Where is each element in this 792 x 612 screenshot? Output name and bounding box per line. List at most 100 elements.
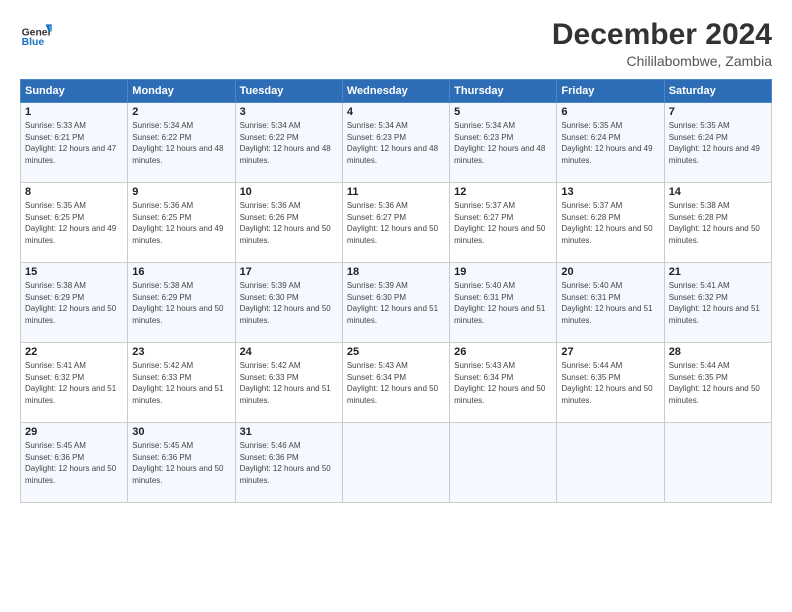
day-number: 14 xyxy=(669,186,767,198)
day-cell-10: 10 Sunrise: 5:36 AMSunset: 6:26 PMDaylig… xyxy=(235,183,342,263)
svg-text:Blue: Blue xyxy=(22,37,45,48)
day-info: Sunrise: 5:39 AMSunset: 6:30 PMDaylight:… xyxy=(240,281,331,325)
day-info: Sunrise: 5:44 AMSunset: 6:35 PMDaylight:… xyxy=(561,361,652,405)
day-number: 19 xyxy=(454,266,552,278)
logo: General Blue xyxy=(20,18,52,50)
day-info: Sunrise: 5:43 AMSunset: 6:34 PMDaylight:… xyxy=(347,361,438,405)
day-number: 24 xyxy=(240,346,338,358)
header-monday: Monday xyxy=(128,80,235,103)
day-number: 31 xyxy=(240,426,338,438)
month-title: December 2024 xyxy=(552,18,772,51)
day-number: 1 xyxy=(25,106,123,118)
day-number: 4 xyxy=(347,106,445,118)
day-cell-15: 15 Sunrise: 5:38 AMSunset: 6:29 PMDaylig… xyxy=(21,263,128,343)
day-number: 29 xyxy=(25,426,123,438)
day-cell-7: 7 Sunrise: 5:35 AMSunset: 6:24 PMDayligh… xyxy=(664,103,771,183)
day-cell-11: 11 Sunrise: 5:36 AMSunset: 6:27 PMDaylig… xyxy=(342,183,449,263)
day-cell-5: 5 Sunrise: 5:34 AMSunset: 6:23 PMDayligh… xyxy=(450,103,557,183)
day-cell-1: 1 Sunrise: 5:33 AMSunset: 6:21 PMDayligh… xyxy=(21,103,128,183)
week-row-1: 1 Sunrise: 5:33 AMSunset: 6:21 PMDayligh… xyxy=(21,103,772,183)
day-cell-16: 16 Sunrise: 5:38 AMSunset: 6:29 PMDaylig… xyxy=(128,263,235,343)
day-number: 11 xyxy=(347,186,445,198)
day-number: 5 xyxy=(454,106,552,118)
day-info: Sunrise: 5:39 AMSunset: 6:30 PMDaylight:… xyxy=(347,281,438,325)
weekday-header-row: Sunday Monday Tuesday Wednesday Thursday… xyxy=(21,80,772,103)
day-number: 18 xyxy=(347,266,445,278)
day-info: Sunrise: 5:41 AMSunset: 6:32 PMDaylight:… xyxy=(25,361,116,405)
week-row-5: 29 Sunrise: 5:45 AMSunset: 6:36 PMDaylig… xyxy=(21,423,772,503)
day-number: 21 xyxy=(669,266,767,278)
day-number: 17 xyxy=(240,266,338,278)
day-info: Sunrise: 5:45 AMSunset: 6:36 PMDaylight:… xyxy=(25,441,116,485)
day-number: 22 xyxy=(25,346,123,358)
day-number: 25 xyxy=(347,346,445,358)
day-number: 2 xyxy=(132,106,230,118)
day-cell-26: 26 Sunrise: 5:43 AMSunset: 6:34 PMDaylig… xyxy=(450,343,557,423)
day-cell-14: 14 Sunrise: 5:38 AMSunset: 6:28 PMDaylig… xyxy=(664,183,771,263)
day-number: 26 xyxy=(454,346,552,358)
day-cell-17: 17 Sunrise: 5:39 AMSunset: 6:30 PMDaylig… xyxy=(235,263,342,343)
day-cell-23: 23 Sunrise: 5:42 AMSunset: 6:33 PMDaylig… xyxy=(128,343,235,423)
week-row-4: 22 Sunrise: 5:41 AMSunset: 6:32 PMDaylig… xyxy=(21,343,772,423)
day-info: Sunrise: 5:42 AMSunset: 6:33 PMDaylight:… xyxy=(240,361,331,405)
location-subtitle: Chililabombwe, Zambia xyxy=(552,53,772,69)
day-info: Sunrise: 5:36 AMSunset: 6:26 PMDaylight:… xyxy=(240,201,331,245)
day-info: Sunrise: 5:45 AMSunset: 6:36 PMDaylight:… xyxy=(132,441,223,485)
day-cell-31: 31 Sunrise: 5:46 AMSunset: 6:36 PMDaylig… xyxy=(235,423,342,503)
day-info: Sunrise: 5:33 AMSunset: 6:21 PMDaylight:… xyxy=(25,121,116,165)
logo-icon: General Blue xyxy=(20,18,52,50)
day-number: 16 xyxy=(132,266,230,278)
day-cell-6: 6 Sunrise: 5:35 AMSunset: 6:24 PMDayligh… xyxy=(557,103,664,183)
header-tuesday: Tuesday xyxy=(235,80,342,103)
day-info: Sunrise: 5:43 AMSunset: 6:34 PMDaylight:… xyxy=(454,361,545,405)
day-cell-19: 19 Sunrise: 5:40 AMSunset: 6:31 PMDaylig… xyxy=(450,263,557,343)
header-sunday: Sunday xyxy=(21,80,128,103)
title-block: December 2024 Chililabombwe, Zambia xyxy=(552,18,772,69)
empty-cell-w4-d6 xyxy=(664,423,771,503)
empty-cell-w4-d3 xyxy=(342,423,449,503)
day-cell-28: 28 Sunrise: 5:44 AMSunset: 6:35 PMDaylig… xyxy=(664,343,771,423)
day-cell-29: 29 Sunrise: 5:45 AMSunset: 6:36 PMDaylig… xyxy=(21,423,128,503)
day-cell-2: 2 Sunrise: 5:34 AMSunset: 6:22 PMDayligh… xyxy=(128,103,235,183)
day-cell-21: 21 Sunrise: 5:41 AMSunset: 6:32 PMDaylig… xyxy=(664,263,771,343)
day-cell-13: 13 Sunrise: 5:37 AMSunset: 6:28 PMDaylig… xyxy=(557,183,664,263)
day-info: Sunrise: 5:36 AMSunset: 6:27 PMDaylight:… xyxy=(347,201,438,245)
day-cell-27: 27 Sunrise: 5:44 AMSunset: 6:35 PMDaylig… xyxy=(557,343,664,423)
day-cell-25: 25 Sunrise: 5:43 AMSunset: 6:34 PMDaylig… xyxy=(342,343,449,423)
day-info: Sunrise: 5:46 AMSunset: 6:36 PMDaylight:… xyxy=(240,441,331,485)
day-info: Sunrise: 5:42 AMSunset: 6:33 PMDaylight:… xyxy=(132,361,223,405)
week-row-2: 8 Sunrise: 5:35 AMSunset: 6:25 PMDayligh… xyxy=(21,183,772,263)
day-info: Sunrise: 5:38 AMSunset: 6:29 PMDaylight:… xyxy=(132,281,223,325)
header: General Blue December 2024 Chililabombwe… xyxy=(20,18,772,69)
day-info: Sunrise: 5:35 AMSunset: 6:25 PMDaylight:… xyxy=(25,201,116,245)
day-number: 20 xyxy=(561,266,659,278)
day-number: 13 xyxy=(561,186,659,198)
day-info: Sunrise: 5:35 AMSunset: 6:24 PMDaylight:… xyxy=(561,121,652,165)
day-info: Sunrise: 5:44 AMSunset: 6:35 PMDaylight:… xyxy=(669,361,760,405)
day-cell-18: 18 Sunrise: 5:39 AMSunset: 6:30 PMDaylig… xyxy=(342,263,449,343)
day-info: Sunrise: 5:38 AMSunset: 6:28 PMDaylight:… xyxy=(669,201,760,245)
day-number: 23 xyxy=(132,346,230,358)
day-number: 3 xyxy=(240,106,338,118)
day-cell-24: 24 Sunrise: 5:42 AMSunset: 6:33 PMDaylig… xyxy=(235,343,342,423)
header-friday: Friday xyxy=(557,80,664,103)
header-thursday: Thursday xyxy=(450,80,557,103)
day-info: Sunrise: 5:34 AMSunset: 6:22 PMDaylight:… xyxy=(240,121,331,165)
day-number: 9 xyxy=(132,186,230,198)
day-number: 28 xyxy=(669,346,767,358)
week-row-3: 15 Sunrise: 5:38 AMSunset: 6:29 PMDaylig… xyxy=(21,263,772,343)
day-cell-30: 30 Sunrise: 5:45 AMSunset: 6:36 PMDaylig… xyxy=(128,423,235,503)
day-cell-3: 3 Sunrise: 5:34 AMSunset: 6:22 PMDayligh… xyxy=(235,103,342,183)
day-info: Sunrise: 5:35 AMSunset: 6:24 PMDaylight:… xyxy=(669,121,760,165)
day-info: Sunrise: 5:38 AMSunset: 6:29 PMDaylight:… xyxy=(25,281,116,325)
day-number: 30 xyxy=(132,426,230,438)
day-info: Sunrise: 5:41 AMSunset: 6:32 PMDaylight:… xyxy=(669,281,760,325)
day-info: Sunrise: 5:34 AMSunset: 6:23 PMDaylight:… xyxy=(454,121,545,165)
header-wednesday: Wednesday xyxy=(342,80,449,103)
day-number: 15 xyxy=(25,266,123,278)
day-info: Sunrise: 5:34 AMSunset: 6:23 PMDaylight:… xyxy=(347,121,438,165)
day-info: Sunrise: 5:40 AMSunset: 6:31 PMDaylight:… xyxy=(454,281,545,325)
day-info: Sunrise: 5:37 AMSunset: 6:28 PMDaylight:… xyxy=(561,201,652,245)
empty-cell-w4-d4 xyxy=(450,423,557,503)
day-cell-4: 4 Sunrise: 5:34 AMSunset: 6:23 PMDayligh… xyxy=(342,103,449,183)
